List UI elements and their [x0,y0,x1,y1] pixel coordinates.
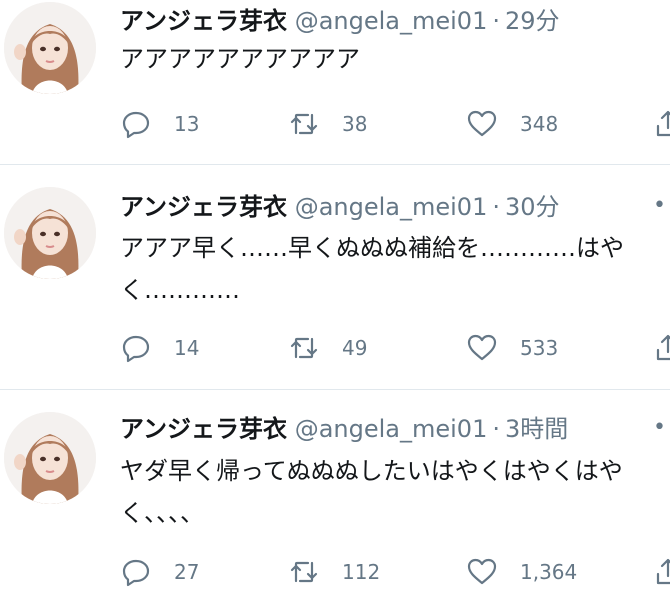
heart-icon [467,558,497,585]
tweet-text: アアアアアアアアアア [120,45,360,73]
share-button[interactable] [652,331,670,365]
avatar-photo [4,2,96,94]
reply-button[interactable]: 14 [120,331,199,365]
tweet-header: アンジェラ芽衣 @angela_mei01 · 30分 [120,190,670,224]
reply-count: 13 [174,112,200,136]
share-icon [656,334,670,361]
reply-icon [122,335,150,363]
more-dots-icon[interactable]: • [653,417,666,439]
avatar[interactable] [4,2,96,94]
like-count: 348 [520,112,559,136]
avatar-photo [4,187,96,279]
timestamp[interactable]: 30分 [505,193,560,221]
like-count: 533 [520,336,559,360]
user-handle[interactable]: @angela_mei01 [295,415,488,443]
heart-icon [467,110,497,137]
reply-button[interactable]: 13 [120,107,199,141]
like-button[interactable]: 1,364 [466,555,577,589]
retweet-icon [290,113,318,135]
timestamp[interactable]: 3時間 [505,415,568,443]
tweet-actions: 27 112 1,364 [120,555,670,589]
tweet-header: アンジェラ芽衣 @angela_mei01 · 29分 [120,4,670,38]
display-name[interactable]: アンジェラ芽衣 [120,193,287,221]
retweet-icon [290,561,318,583]
retweet-count: 112 [342,560,381,584]
like-count: 1,364 [520,560,578,584]
display-name[interactable]: アンジェラ芽衣 [120,415,287,443]
share-button[interactable] [652,107,670,141]
tweet[interactable]: アンジェラ芽衣 @angela_mei01 · 3時間 • ヤダ早く帰ってぬぬぬした… [0,390,670,589]
separator: · [492,7,500,35]
tweet-text: アアア早く……早くぬぬぬ補給を…………はや く………… [120,234,624,304]
separator: · [492,193,500,221]
retweet-icon [290,337,318,359]
reply-count: 27 [174,560,200,584]
user-handle[interactable]: @angela_mei01 [295,193,488,221]
more-dots-icon[interactable]: • [653,195,666,217]
share-button[interactable] [652,555,670,589]
like-button[interactable]: 533 [466,331,558,365]
avatar-photo [4,412,96,504]
retweet-button[interactable]: 49 [288,331,367,365]
tweet-header: アンジェラ芽衣 @angela_mei01 · 3時間 [120,412,670,446]
reply-count: 14 [174,336,200,360]
tweet[interactable]: アンジェラ芽衣 @angela_mei01 · 29分 アアアアアアアアアア 13 … [0,0,670,165]
reply-icon [122,559,150,587]
tweet-feed: アンジェラ芽衣 @angela_mei01 · 29分 アアアアアアアアアア 13 … [0,0,670,589]
avatar[interactable] [4,187,96,279]
tweet[interactable]: アンジェラ芽衣 @angela_mei01 · 30分 • アアア早く……早くぬぬぬ… [0,165,670,390]
heart-icon [467,334,497,361]
share-icon [656,110,670,137]
share-icon [656,558,670,585]
display-name[interactable]: アンジェラ芽衣 [120,7,287,35]
retweet-count: 49 [342,336,368,360]
retweet-button[interactable]: 38 [288,107,367,141]
tweet-actions: 14 49 533 [120,331,670,365]
tweet-text: ヤダ早く帰ってぬぬぬしたいはやくはやくはや く、、、、 [120,457,623,527]
retweet-count: 38 [342,112,368,136]
separator: · [492,415,500,443]
retweet-button[interactable]: 112 [288,555,380,589]
tweet-actions: 13 38 348 [120,107,670,141]
timestamp[interactable]: 29分 [505,7,560,35]
user-handle[interactable]: @angela_mei01 [295,7,488,35]
avatar[interactable] [4,412,96,504]
reply-button[interactable]: 27 [120,555,199,589]
reply-icon [122,111,150,139]
like-button[interactable]: 348 [466,107,558,141]
